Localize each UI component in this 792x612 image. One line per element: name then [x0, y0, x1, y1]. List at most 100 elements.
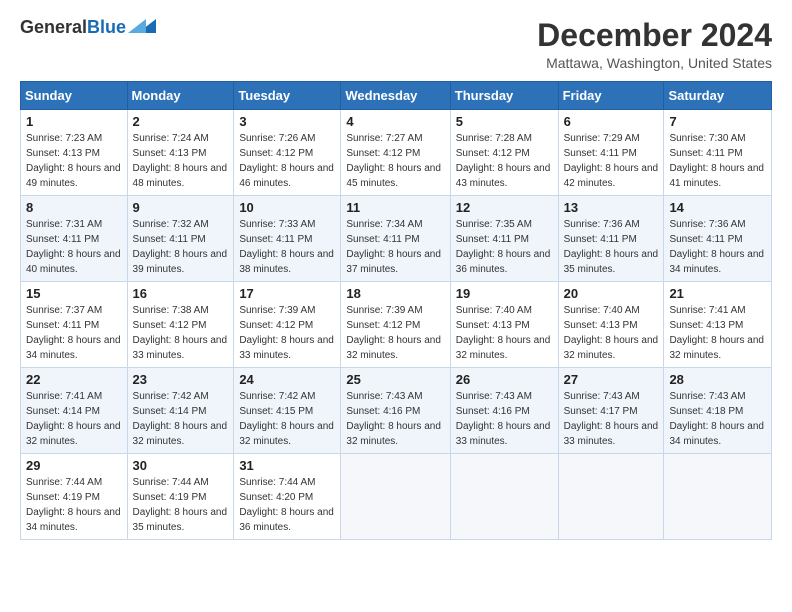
page: GeneralBlue December 2024 Mattawa, Washi…	[0, 0, 792, 612]
day-info: Sunrise: 7:23 AMSunset: 4:13 PMDaylight:…	[26, 131, 122, 191]
table-row: 25 Sunrise: 7:43 AMSunset: 4:16 PMDayligh…	[341, 368, 450, 454]
table-row: 27Sunrise: 7:43 AMSunset: 4:17 PMDayligh…	[558, 368, 664, 454]
day-number: 29	[26, 458, 122, 473]
day-number: 7	[669, 114, 766, 129]
day-number: 14	[669, 200, 766, 215]
header-wednesday: Wednesday	[341, 82, 450, 110]
day-info: Sunrise: 7:31 AMSunset: 4:11 PMDaylight:…	[26, 217, 122, 277]
header-friday: Friday	[558, 82, 664, 110]
table-row: 20 Sunrise: 7:40 AMSunset: 4:13 PMDayligh…	[558, 282, 664, 368]
table-row: 13 Sunrise: 7:36 AMSunset: 4:11 PMDayligh…	[558, 196, 664, 282]
header-sunday: Sunday	[21, 82, 128, 110]
main-title: December 2024	[537, 18, 772, 53]
day-info: Sunrise: 7:40 AMSunset: 4:13 PMDaylight:…	[564, 303, 659, 363]
day-number: 20	[564, 286, 659, 301]
title-block: December 2024 Mattawa, Washington, Unite…	[537, 18, 772, 71]
table-row: 5 Sunrise: 7:28 AMSunset: 4:12 PMDaylight…	[450, 110, 558, 196]
day-number: 26	[456, 372, 553, 387]
day-number: 25	[346, 372, 444, 387]
table-row	[558, 454, 664, 540]
day-info: Sunrise: 7:43 AMSunset: 4:16 PMDaylight:…	[456, 389, 553, 449]
logo-icon	[128, 15, 158, 37]
day-number: 21	[669, 286, 766, 301]
logo-text: GeneralBlue	[20, 18, 126, 38]
calendar-week-row: 29 Sunrise: 7:44 AMSunset: 4:19 PMDayligh…	[21, 454, 772, 540]
table-row: 6 Sunrise: 7:29 AMSunset: 4:11 PMDaylight…	[558, 110, 664, 196]
day-number: 31	[239, 458, 335, 473]
day-info: Sunrise: 7:41 AMSunset: 4:14 PMDaylight:…	[26, 389, 122, 449]
day-info: Sunrise: 7:42 AMSunset: 4:14 PMDaylight:…	[133, 389, 229, 449]
day-info: Sunrise: 7:30 AMSunset: 4:11 PMDaylight:…	[669, 131, 766, 191]
subtitle: Mattawa, Washington, United States	[537, 55, 772, 71]
logo: GeneralBlue	[20, 18, 158, 38]
table-row: 15 Sunrise: 7:37 AMSunset: 4:11 PMDayligh…	[21, 282, 128, 368]
day-number: 11	[346, 200, 444, 215]
day-number: 30	[133, 458, 229, 473]
day-number: 8	[26, 200, 122, 215]
table-row: 1 Sunrise: 7:23 AMSunset: 4:13 PMDaylight…	[21, 110, 128, 196]
day-info: Sunrise: 7:28 AMSunset: 4:12 PMDaylight:…	[456, 131, 553, 191]
day-info: Sunrise: 7:38 AMSunset: 4:12 PMDaylight:…	[133, 303, 229, 363]
header-saturday: Saturday	[664, 82, 772, 110]
table-row: 16Sunrise: 7:38 AMSunset: 4:12 PMDayligh…	[127, 282, 234, 368]
day-info: Sunrise: 7:27 AMSunset: 4:12 PMDaylight:…	[346, 131, 444, 191]
day-info: Sunrise: 7:39 AMSunset: 4:12 PMDaylight:…	[239, 303, 335, 363]
day-number: 13	[564, 200, 659, 215]
day-number: 23	[133, 372, 229, 387]
day-info: Sunrise: 7:42 AMSunset: 4:15 PMDaylight:…	[239, 389, 335, 449]
day-info: Sunrise: 7:36 AMSunset: 4:11 PMDaylight:…	[564, 217, 659, 277]
table-row: 24 Sunrise: 7:42 AMSunset: 4:15 PMDayligh…	[234, 368, 341, 454]
table-row: 4 Sunrise: 7:27 AMSunset: 4:12 PMDaylight…	[341, 110, 450, 196]
table-row: 19Sunrise: 7:40 AMSunset: 4:13 PMDayligh…	[450, 282, 558, 368]
table-row	[664, 454, 772, 540]
table-row: 2 Sunrise: 7:24 AMSunset: 4:13 PMDaylight…	[127, 110, 234, 196]
day-number: 17	[239, 286, 335, 301]
day-number: 3	[239, 114, 335, 129]
table-row: 10 Sunrise: 7:33 AMSunset: 4:11 PMDayligh…	[234, 196, 341, 282]
day-info: Sunrise: 7:36 AMSunset: 4:11 PMDaylight:…	[669, 217, 766, 277]
day-info: Sunrise: 7:43 AMSunset: 4:18 PMDaylight:…	[669, 389, 766, 449]
day-info: Sunrise: 7:26 AMSunset: 4:12 PMDaylight:…	[239, 131, 335, 191]
day-number: 2	[133, 114, 229, 129]
day-info: Sunrise: 7:37 AMSunset: 4:11 PMDaylight:…	[26, 303, 122, 363]
table-row: 26 Sunrise: 7:43 AMSunset: 4:16 PMDayligh…	[450, 368, 558, 454]
table-row: 28 Sunrise: 7:43 AMSunset: 4:18 PMDayligh…	[664, 368, 772, 454]
calendar-week-row: 22Sunrise: 7:41 AMSunset: 4:14 PMDayligh…	[21, 368, 772, 454]
day-number: 15	[26, 286, 122, 301]
header-tuesday: Tuesday	[234, 82, 341, 110]
day-number: 5	[456, 114, 553, 129]
table-row: 29 Sunrise: 7:44 AMSunset: 4:19 PMDayligh…	[21, 454, 128, 540]
table-row: 7 Sunrise: 7:30 AMSunset: 4:11 PMDaylight…	[664, 110, 772, 196]
table-row: 17 Sunrise: 7:39 AMSunset: 4:12 PMDayligh…	[234, 282, 341, 368]
table-row: 22Sunrise: 7:41 AMSunset: 4:14 PMDayligh…	[21, 368, 128, 454]
day-info: Sunrise: 7:41 AMSunset: 4:13 PMDaylight:…	[669, 303, 766, 363]
table-row: 3 Sunrise: 7:26 AMSunset: 4:12 PMDaylight…	[234, 110, 341, 196]
day-info: Sunrise: 7:43 AMSunset: 4:16 PMDaylight:…	[346, 389, 444, 449]
day-number: 19	[456, 286, 553, 301]
calendar-week-row: 1 Sunrise: 7:23 AMSunset: 4:13 PMDaylight…	[21, 110, 772, 196]
day-number: 10	[239, 200, 335, 215]
table-row	[341, 454, 450, 540]
table-row: 30 Sunrise: 7:44 AMSunset: 4:19 PMDayligh…	[127, 454, 234, 540]
day-info: Sunrise: 7:44 AMSunset: 4:19 PMDaylight:…	[26, 475, 122, 535]
header: GeneralBlue December 2024 Mattawa, Washi…	[20, 18, 772, 71]
table-row: 31 Sunrise: 7:44 AMSunset: 4:20 PMDayligh…	[234, 454, 341, 540]
day-number: 4	[346, 114, 444, 129]
day-info: Sunrise: 7:44 AMSunset: 4:19 PMDaylight:…	[133, 475, 229, 535]
day-number: 24	[239, 372, 335, 387]
day-number: 6	[564, 114, 659, 129]
day-number: 9	[133, 200, 229, 215]
day-number: 1	[26, 114, 122, 129]
day-info: Sunrise: 7:44 AMSunset: 4:20 PMDaylight:…	[239, 475, 335, 535]
header-monday: Monday	[127, 82, 234, 110]
table-row: 23 Sunrise: 7:42 AMSunset: 4:14 PMDayligh…	[127, 368, 234, 454]
day-info: Sunrise: 7:33 AMSunset: 4:11 PMDaylight:…	[239, 217, 335, 277]
table-row: 14 Sunrise: 7:36 AMSunset: 4:11 PMDayligh…	[664, 196, 772, 282]
day-info: Sunrise: 7:24 AMSunset: 4:13 PMDaylight:…	[133, 131, 229, 191]
table-row: 11Sunrise: 7:34 AMSunset: 4:11 PMDayligh…	[341, 196, 450, 282]
day-number: 28	[669, 372, 766, 387]
day-number: 12	[456, 200, 553, 215]
header-thursday: Thursday	[450, 82, 558, 110]
day-info: Sunrise: 7:29 AMSunset: 4:11 PMDaylight:…	[564, 131, 659, 191]
calendar-week-row: 15 Sunrise: 7:37 AMSunset: 4:11 PMDayligh…	[21, 282, 772, 368]
